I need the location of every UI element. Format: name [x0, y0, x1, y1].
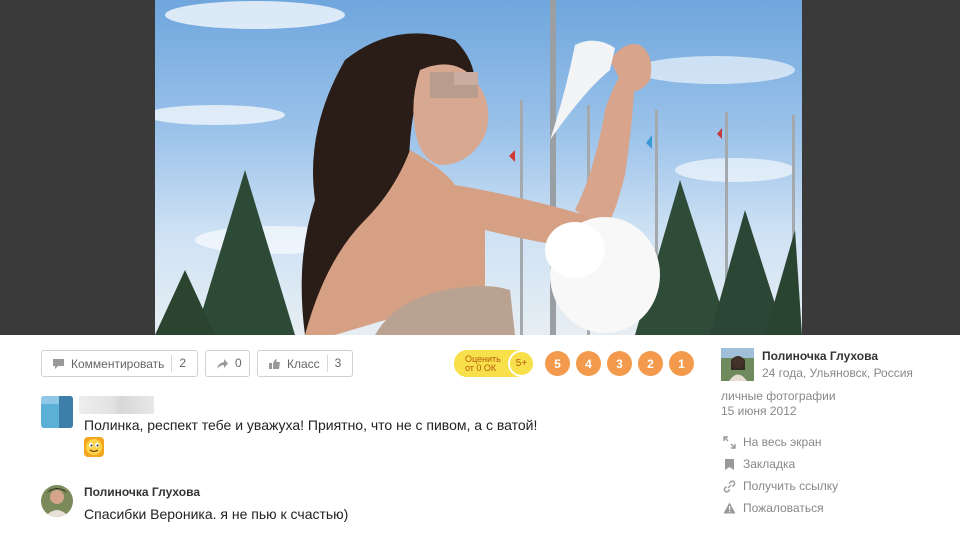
- report-label: Пожаловаться: [743, 501, 824, 515]
- warning-icon: [722, 501, 736, 515]
- album-info: личные фотографии 15 июня 2012: [721, 389, 836, 419]
- smiley-emoji: [84, 437, 104, 457]
- avatar[interactable]: [41, 485, 73, 517]
- comment-button[interactable]: Комментировать 2: [41, 350, 198, 377]
- author-meta: 24 года, Ульяновск, Россия: [762, 366, 913, 380]
- share-arrow-icon: [215, 357, 229, 371]
- rating-score-4[interactable]: 4: [576, 351, 601, 376]
- comment-label: Комментировать: [71, 356, 165, 371]
- share-button[interactable]: 0: [205, 350, 250, 377]
- photo-actions: Комментировать 2 0 Класс 3: [41, 350, 360, 377]
- comment-item: Полинка, респект тебе и уважуха! Приятно…: [41, 396, 661, 466]
- like-count: 3: [326, 355, 349, 372]
- link-icon: [722, 479, 736, 493]
- photo-image: [155, 0, 802, 335]
- share-count: 0: [235, 356, 242, 370]
- avatar[interactable]: [41, 396, 73, 428]
- rating-5plus-button[interactable]: 5+: [508, 350, 535, 377]
- side-actions: На весь экран Закладка Получить ссылку П…: [722, 431, 838, 519]
- fullscreen-icon: [722, 435, 736, 449]
- album-name[interactable]: личные фотографии: [721, 389, 836, 404]
- comment-author-blurred: [79, 396, 154, 414]
- rating-score-5[interactable]: 5: [545, 351, 570, 376]
- rating-prompt-line2: от 0 ОК: [465, 362, 497, 373]
- photo[interactable]: [155, 0, 802, 335]
- rating-scores: 5 4 3 2 1: [539, 351, 694, 376]
- like-label: Класс: [287, 356, 320, 371]
- fullscreen-label: На весь экран: [743, 435, 822, 449]
- comment-text: Полинка, респект тебе и уважуха! Приятно…: [84, 417, 538, 433]
- rating-score-1[interactable]: 1: [669, 351, 694, 376]
- bookmark-label: Закладка: [743, 457, 796, 471]
- comment-author[interactable]: Полиночка Глухова: [84, 485, 200, 499]
- author-name[interactable]: Полиночка Глухова: [762, 349, 878, 363]
- rating-score-2[interactable]: 2: [638, 351, 663, 376]
- rating-widget: Оценить от 0 ОК 5+ 5 4 3 2 1: [454, 350, 694, 377]
- report-link[interactable]: Пожаловаться: [722, 497, 838, 519]
- bookmark-icon: [722, 457, 736, 471]
- comment-count: 2: [171, 355, 193, 372]
- like-button[interactable]: Класс 3: [257, 350, 353, 377]
- thumbs-up-icon: [267, 357, 281, 371]
- rating-score-3[interactable]: 3: [607, 351, 632, 376]
- comment-item: Полиночка Глухова Спасибки Вероника. я н…: [41, 485, 661, 525]
- photo-viewer: [0, 0, 960, 335]
- comment-icon: [51, 357, 65, 371]
- comment-text: Спасибки Вероника. я не пью к счастью): [84, 506, 349, 522]
- fullscreen-link[interactable]: На весь экран: [722, 431, 838, 453]
- get-link-label: Получить ссылку: [743, 479, 839, 493]
- get-link-link[interactable]: Получить ссылку: [722, 475, 838, 497]
- bookmark-link[interactable]: Закладка: [722, 453, 838, 475]
- author-avatar[interactable]: [721, 348, 754, 381]
- album-date: 15 июня 2012: [721, 404, 797, 418]
